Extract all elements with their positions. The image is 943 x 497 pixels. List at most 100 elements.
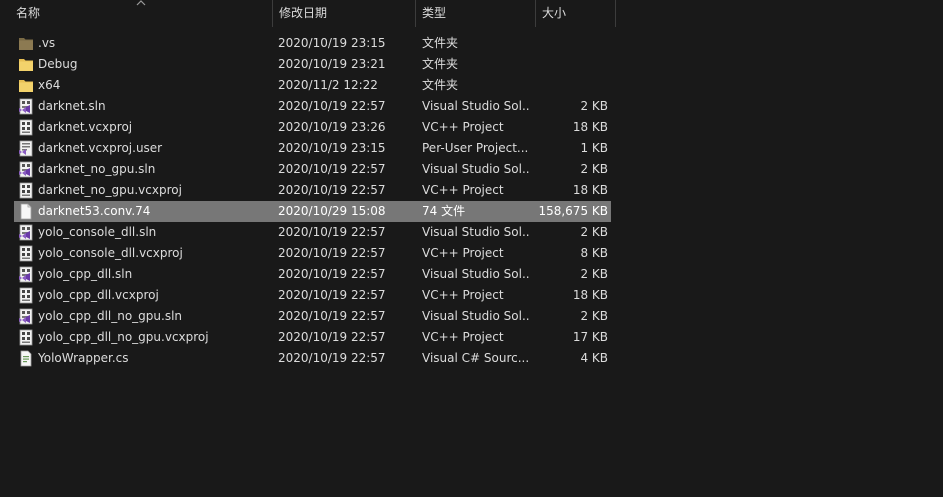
file-row[interactable]: yolo_cpp_dll.vcxproj 2020/10/19 22:57 VC++…	[0, 285, 943, 306]
file-date-modified: 2020/10/19 23:15	[278, 141, 386, 155]
file-type: VC++ Project	[422, 120, 504, 134]
file-date-modified: 2020/10/19 22:57	[278, 351, 386, 365]
vcxproj-icon	[18, 287, 34, 304]
vs-solution-icon	[18, 266, 34, 283]
file-type: Visual Studio Sol...	[422, 225, 530, 239]
file-type: 文件夹	[422, 78, 459, 92]
file-type: VC++ Project	[422, 183, 504, 197]
file-row[interactable]: darknet_no_gpu.sln 2020/10/19 22:57 Visual…	[0, 159, 943, 180]
file-row[interactable]: x64 2020/11/2 12:22 文件夹	[0, 75, 943, 96]
file-row[interactable]: yolo_console_dll.sln 2020/10/19 22:57 Visu…	[0, 222, 943, 243]
column-header: 名称 修改日期 类型 大小	[0, 0, 943, 27]
column-header-size[interactable]: 大小	[536, 0, 615, 27]
file-size: 8 KB	[580, 246, 608, 260]
file-name: Debug	[38, 57, 78, 71]
file-date-modified: 2020/10/19 22:57	[278, 162, 386, 176]
file-date-modified: 2020/10/19 23:26	[278, 120, 386, 134]
vs-solution-icon	[18, 308, 34, 325]
file-type: VC++ Project	[422, 330, 504, 344]
file-size: 18 KB	[572, 183, 608, 197]
file-size: 2 KB	[580, 162, 608, 176]
file-row[interactable]: .vs 2020/10/19 23:15 文件夹	[0, 33, 943, 54]
file-date-modified: 2020/10/19 22:57	[278, 183, 386, 197]
file-name: darknet53.conv.74	[38, 204, 151, 218]
file-size: 1 KB	[580, 141, 608, 155]
file-type: Visual Studio Sol...	[422, 99, 530, 113]
vs-solution-icon	[18, 98, 34, 115]
file-row[interactable]: darknet.vcxproj 2020/10/19 23:26 VC++ Proj…	[0, 117, 943, 138]
file-name: yolo_cpp_dll_no_gpu.sln	[38, 309, 183, 323]
file-size: 158,675 KB	[538, 204, 608, 218]
file-date-modified: 2020/10/19 23:15	[278, 36, 386, 50]
file-date-modified: 2020/10/19 22:57	[278, 225, 386, 239]
file-row[interactable]: darknet53.conv.74 2020/10/29 15:08 74 文件 15…	[0, 201, 943, 222]
file-name: YoloWrapper.cs	[38, 351, 129, 365]
file-row[interactable]: Debug 2020/10/19 23:21 文件夹	[0, 54, 943, 75]
file-name: darknet.vcxproj	[38, 120, 133, 134]
file-date-modified: 2020/10/19 23:21	[278, 57, 386, 71]
file-type: Visual C# Sourc...	[422, 351, 530, 365]
file-name: x64	[38, 78, 61, 92]
file-row[interactable]: YoloWrapper.cs 2020/10/19 22:57 Visual C# …	[0, 348, 943, 369]
file-type: Visual Studio Sol...	[422, 267, 530, 281]
file-row[interactable]: darknet_no_gpu.vcxproj 2020/10/19 22:57 VC…	[0, 180, 943, 201]
file-name: .vs	[38, 36, 56, 50]
file-date-modified: 2020/10/29 15:08	[278, 204, 386, 218]
file-name: yolo_console_dll.sln	[38, 225, 157, 239]
file-size: 2 KB	[580, 225, 608, 239]
file-date-modified: 2020/10/19 22:57	[278, 288, 386, 302]
file-row[interactable]: darknet.sln 2020/10/19 22:57 Visual Studio…	[0, 96, 943, 117]
file-date-modified: 2020/11/2 12:22	[278, 78, 378, 92]
column-header-type[interactable]: 类型	[416, 0, 535, 27]
file-type: 文件夹	[422, 36, 459, 50]
file-date-modified: 2020/10/19 22:57	[278, 267, 386, 281]
user-project-icon	[18, 140, 34, 157]
file-type: Visual Studio Sol...	[422, 309, 530, 323]
file-size: 2 KB	[580, 309, 608, 323]
folder-icon	[18, 56, 34, 73]
csharp-file-icon	[18, 350, 34, 367]
file-name: yolo_console_dll.vcxproj	[38, 246, 183, 260]
column-header-date[interactable]: 修改日期	[273, 0, 415, 27]
file-type: Per-User Project...	[422, 141, 529, 155]
column-divider[interactable]	[615, 0, 616, 27]
file-size: 18 KB	[572, 120, 608, 134]
file-size	[536, 75, 608, 96]
file-name: darknet.sln	[38, 99, 106, 113]
file-type: Visual Studio Sol...	[422, 162, 530, 176]
file-size: 2 KB	[580, 267, 608, 281]
vs-solution-icon	[18, 224, 34, 241]
vcxproj-icon	[18, 182, 34, 199]
file-date-modified: 2020/10/19 22:57	[278, 309, 386, 323]
file-date-modified: 2020/10/19 22:57	[278, 246, 386, 260]
vs-solution-icon	[18, 161, 34, 178]
file-name: yolo_cpp_dll_no_gpu.vcxproj	[38, 330, 209, 344]
vcxproj-icon	[18, 329, 34, 346]
column-header-name[interactable]: 名称	[10, 0, 272, 27]
file-row[interactable]: yolo_cpp_dll.sln 2020/10/19 22:57 Visual S…	[0, 264, 943, 285]
file-type: 74 文件	[422, 204, 466, 218]
file-date-modified: 2020/10/19 22:57	[278, 99, 386, 113]
file-type: VC++ Project	[422, 246, 504, 260]
file-size: 18 KB	[572, 288, 608, 302]
file-row[interactable]: yolo_console_dll.vcxproj 2020/10/19 22:57…	[0, 243, 943, 264]
file-date-modified: 2020/10/19 22:57	[278, 330, 386, 344]
file-row[interactable]: yolo_cpp_dll_no_gpu.sln 2020/10/19 22:57 V…	[0, 306, 943, 327]
file-list: .vs 2020/10/19 23:15 文件夹 Debug 2020/10/19 23…	[0, 33, 943, 369]
folder-icon	[18, 77, 34, 94]
file-size	[536, 54, 608, 75]
file-size: 4 KB	[580, 351, 608, 365]
file-row[interactable]: yolo_cpp_dll_no_gpu.vcxproj 2020/10/19 22…	[0, 327, 943, 348]
file-name: yolo_cpp_dll.vcxproj	[38, 288, 159, 302]
folder-dark-icon	[18, 35, 34, 52]
file-size: 17 KB	[572, 330, 608, 344]
file-size: 2 KB	[580, 99, 608, 113]
file-size	[536, 33, 608, 54]
file-name: darknet_no_gpu.vcxproj	[38, 183, 182, 197]
file-row[interactable]: darknet.vcxproj.user 2020/10/19 23:15 Per-…	[0, 138, 943, 159]
file-type: 文件夹	[422, 57, 459, 71]
file-name: darknet_no_gpu.sln	[38, 162, 156, 176]
vcxproj-icon	[18, 119, 34, 136]
file-name: darknet.vcxproj.user	[38, 141, 163, 155]
vcxproj-icon	[18, 245, 34, 262]
